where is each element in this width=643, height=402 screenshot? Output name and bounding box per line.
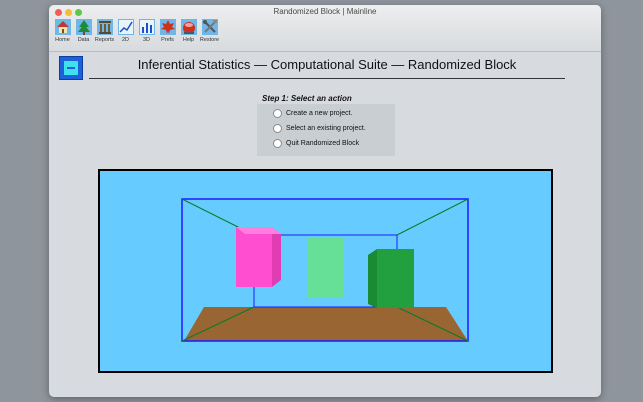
toolbar-restore-button[interactable]: Restore: [199, 17, 220, 49]
option-label: Quit Randomized Block: [286, 140, 360, 147]
toolbar-data-button[interactable]: Data: [73, 17, 94, 49]
option-create-project[interactable]: Create a new project.: [273, 109, 353, 118]
option-label: Select an existing project.: [286, 125, 366, 132]
toolbar-home-button[interactable]: Home: [52, 17, 73, 49]
dark-green-block: [368, 249, 414, 308]
app-logo: [59, 56, 83, 80]
toolbar-label: Restore: [199, 37, 220, 43]
toolbar-label: Data: [77, 37, 90, 43]
quit-radio[interactable]: [273, 139, 282, 148]
toolbar-label: Prefs: [161, 37, 174, 43]
toolbar-label: Reports: [94, 37, 115, 43]
tools-icon: [201, 19, 218, 35]
maple-leaf-icon: [159, 19, 176, 35]
toolbar-label: 2D: [121, 37, 130, 43]
tree-icon: [75, 19, 92, 35]
toolbar: Home Data Reports 2D 3D Prefs Help Resto…: [52, 17, 220, 51]
toolbar-label: Help: [182, 37, 195, 43]
create-project-radio[interactable]: [273, 109, 282, 118]
light-green-block: [307, 238, 344, 298]
toolbar-label: Home: [55, 37, 70, 43]
app-window: Randomized Block | Mainline Home Data Re…: [49, 5, 601, 397]
block-scene-canvas: [98, 169, 553, 373]
select-project-radio[interactable]: [273, 124, 282, 133]
toolbar-label: 3D: [142, 37, 151, 43]
line-chart-icon: [117, 19, 134, 35]
toolbar-reports-button[interactable]: Reports: [94, 17, 115, 49]
scene-floor: [184, 307, 468, 341]
toolbar-help-button[interactable]: Help: [178, 17, 199, 49]
title-divider: [89, 78, 565, 79]
window-title: Randomized Block | Mainline: [273, 7, 377, 16]
title-bar: Randomized Block | Mainline Home Data Re…: [49, 5, 601, 52]
columns-icon: [96, 19, 113, 35]
step-title: Step 1: Select an action: [262, 94, 352, 103]
action-options-panel: Create a new project. Select an existing…: [257, 104, 395, 156]
page-title: Inferential Statistics — Computational S…: [137, 57, 517, 72]
pink-block: [236, 227, 281, 287]
option-quit[interactable]: Quit Randomized Block: [273, 139, 359, 148]
option-label: Create a new project.: [286, 110, 353, 117]
option-select-project[interactable]: Select an existing project.: [273, 124, 366, 133]
toolbar-3d-button[interactable]: 3D: [136, 17, 157, 49]
bar-chart-icon: [138, 19, 155, 35]
help-icon: [180, 19, 197, 35]
home-icon: [54, 19, 71, 35]
toolbar-prefs-button[interactable]: Prefs: [157, 17, 178, 49]
toolbar-2d-button[interactable]: 2D: [115, 17, 136, 49]
